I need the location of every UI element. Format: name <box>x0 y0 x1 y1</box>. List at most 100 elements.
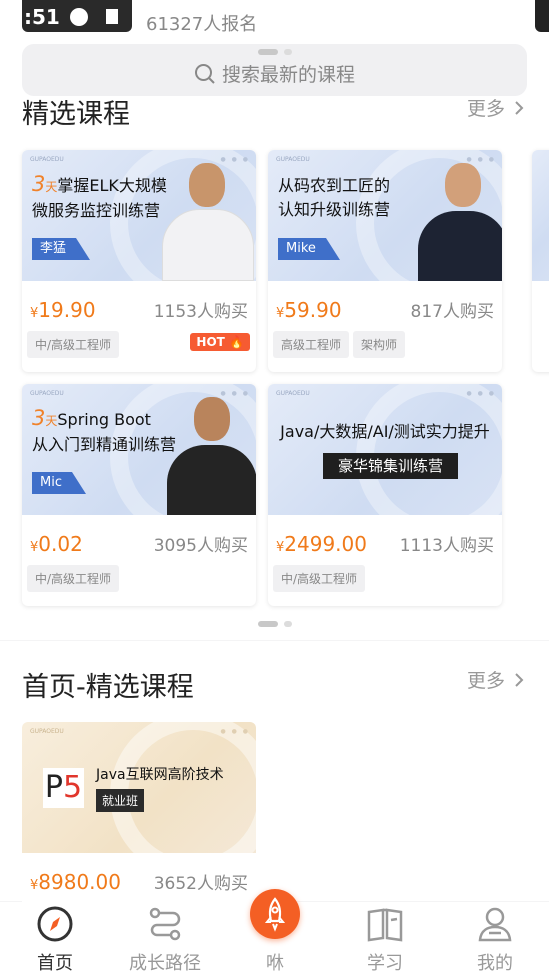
previous-course-enrolled: 61327人报名 <box>146 14 258 35</box>
featured-section: 精选课程 更多 GUPAOEDU ● ● ● 3天掌握ELK大规模 微服务监控训… <box>0 70 549 640</box>
title-line2: 认知升级训练营 <box>278 200 391 219</box>
tab-label: 我的 <box>477 953 513 974</box>
banner-decoration <box>356 384 502 515</box>
brand-mark: GUPAOEDU <box>30 728 64 735</box>
page-dot-active <box>257 620 278 627</box>
featured-title: 精选课程 <box>22 99 130 130</box>
course-banner: GUPAOEDU ● ● ● 从码农到工匠的 认知升级训练营 Mike <box>268 150 502 281</box>
user-icon <box>478 907 512 942</box>
course-banner-title: 从码农到工匠的 认知升级训练营 <box>278 174 390 222</box>
course-sold-count: 3652人购买 <box>153 874 248 894</box>
course-card-java-bundle[interactable]: GUPAOEDU ● ● ● Java/大数据/AI/测试实力提升 豪华锦集训练… <box>268 384 502 606</box>
course-banner-title: Java互联网高阶技术 <box>96 767 224 783</box>
teacher-photo <box>162 163 254 281</box>
previous-course-thumbnail[interactable]: :51 <box>22 0 132 32</box>
course-tags: 中/高级工程师 <box>27 565 123 592</box>
chevron-right-icon <box>515 101 524 115</box>
window-dots: ● ● ● <box>220 728 250 735</box>
day-number: 3 <box>32 406 46 430</box>
tab-label: 咻 <box>266 953 284 974</box>
more-label: 更多 <box>466 670 505 692</box>
teacher-photo <box>418 163 502 281</box>
featured-carousel-dots <box>0 613 549 632</box>
day-number: 3 <box>32 172 46 196</box>
tab-label: 学习 <box>367 953 403 974</box>
course-card-craftsman[interactable]: GUPAOEDU ● ● ● 从码农到工匠的 认知升级训练营 Mike ¥59.… <box>268 150 502 372</box>
thumbnail-time: :51 <box>24 5 60 29</box>
course-price: ¥8980.00 <box>30 870 121 894</box>
path-icon <box>149 907 181 941</box>
homepage-featured-section: 首页-精选课程 更多 GUPAOEDU ● ● ● P5 Java互联网高阶技术… <box>0 641 549 922</box>
course-price: ¥2499.00 <box>276 532 367 556</box>
teacher-photo <box>167 397 256 515</box>
course-banner: GUPAOEDU ● ● ● Java/大数据/AI/测试实力提升 豪华锦集训练… <box>268 384 502 515</box>
alert-icon <box>70 8 88 26</box>
rocket-icon <box>250 889 300 939</box>
more-label: 更多 <box>466 98 505 120</box>
book-icon <box>367 908 403 942</box>
p5-logo: P5 <box>43 768 84 808</box>
day-unit: 天 <box>45 414 58 428</box>
course-tags: 中/高级工程师 <box>273 565 369 592</box>
role-tag: 架构师 <box>353 331 406 358</box>
search-icon <box>194 64 215 84</box>
compass-icon <box>37 906 73 942</box>
course-banner-subtitle: 豪华锦集训练营 <box>323 453 458 479</box>
tab-label: 成长路径 <box>129 953 201 974</box>
course-price: ¥59.90 <box>276 298 342 322</box>
brand-mark: GUPAOEDU <box>30 390 64 397</box>
teacher-tag: Mike <box>278 238 340 260</box>
course-sold-count: 3095人购买 <box>153 536 248 556</box>
level-tag: 中/高级工程师 <box>27 331 120 358</box>
window-dots: ● ● ● <box>466 156 496 163</box>
course-card-peek[interactable] <box>532 150 549 372</box>
homepage-featured-more-link[interactable]: 更多 <box>467 666 525 693</box>
course-banner <box>532 150 549 281</box>
title-line1: 掌握ELK大规模 <box>57 176 167 195</box>
search-input[interactable]: 搜索最新的课程 <box>22 60 527 87</box>
bottom-tab-bar: 首页 成长路径 咻 学习 我的 <box>0 889 549 976</box>
course-banner-title: Java/大数据/AI/测试实力提升 <box>280 422 490 441</box>
flame-icon: 🔥 <box>229 335 244 349</box>
course-banner: GUPAOEDU ● ● ● P5 Java互联网高阶技术 就业班 <box>22 722 256 853</box>
hot-badge: HOT 🔥 <box>190 333 250 351</box>
course-card-springboot[interactable]: GUPAOEDU ● ● ● 3天Spring Boot 从入门到精通训练营 M… <box>22 384 256 606</box>
letter-a-icon <box>106 9 118 24</box>
course-price: ¥0.02 <box>30 532 83 556</box>
level-tag: 中/高级工程师 <box>27 565 120 592</box>
course-sold-count: 1113人购买 <box>399 536 494 556</box>
level-tag: 高级工程师 <box>273 331 350 358</box>
window-dots: ● ● ● <box>220 390 250 397</box>
tab-label: 首页 <box>37 953 73 974</box>
course-card-p5[interactable]: GUPAOEDU ● ● ● P5 Java互联网高阶技术 就业班 ¥8980.… <box>22 722 256 922</box>
banner-decoration <box>110 722 256 853</box>
search-placeholder: 搜索最新的课程 <box>221 64 355 86</box>
previous-course-thumbnail-right[interactable] <box>535 0 549 32</box>
course-banner-title: 3天掌握ELK大规模 微服务监控训练营 <box>32 172 167 223</box>
course-tags: 高级工程师 架构师 <box>273 331 409 358</box>
day-unit: 天 <box>45 180 58 194</box>
course-price: ¥19.90 <box>30 298 96 322</box>
course-card-elk[interactable]: GUPAOEDU ● ● ● 3天掌握ELK大规模 微服务监控训练营 李猛 ¥1… <box>22 150 256 372</box>
title-line1: Spring Boot <box>57 410 151 429</box>
course-sold-count: 817人购买 <box>410 302 494 322</box>
title-line2: 从入门到精通训练营 <box>32 435 177 454</box>
brand-mark: GUPAOEDU <box>276 156 310 163</box>
chevron-right-icon <box>515 673 524 687</box>
course-tags: 中/高级工程师 <box>27 331 123 358</box>
course-banner: GUPAOEDU ● ● ● 3天掌握ELK大规模 微服务监控训练营 李猛 <box>22 150 256 281</box>
featured-more-link[interactable]: 更多 <box>467 94 525 121</box>
homepage-featured-title: 首页-精选课程 <box>22 672 194 703</box>
teacher-tag: 李猛 <box>32 238 91 260</box>
teacher-tag: Mic <box>32 472 86 494</box>
course-banner: GUPAOEDU ● ● ● 3天Spring Boot 从入门到精通训练营 M… <box>22 384 256 515</box>
brand-mark: GUPAOEDU <box>30 156 64 163</box>
level-tag: 中/高级工程师 <box>273 565 366 592</box>
top-carousel-dots <box>0 41 549 60</box>
course-banner-title: 3天Spring Boot 从入门到精通训练营 <box>32 406 176 457</box>
title-line2: 微服务监控训练营 <box>32 201 161 220</box>
window-dots: ● ● ● <box>220 156 250 163</box>
page-dot <box>283 620 292 627</box>
title-line1: 从码农到工匠的 <box>278 176 391 195</box>
window-dots: ● ● ● <box>466 390 496 397</box>
